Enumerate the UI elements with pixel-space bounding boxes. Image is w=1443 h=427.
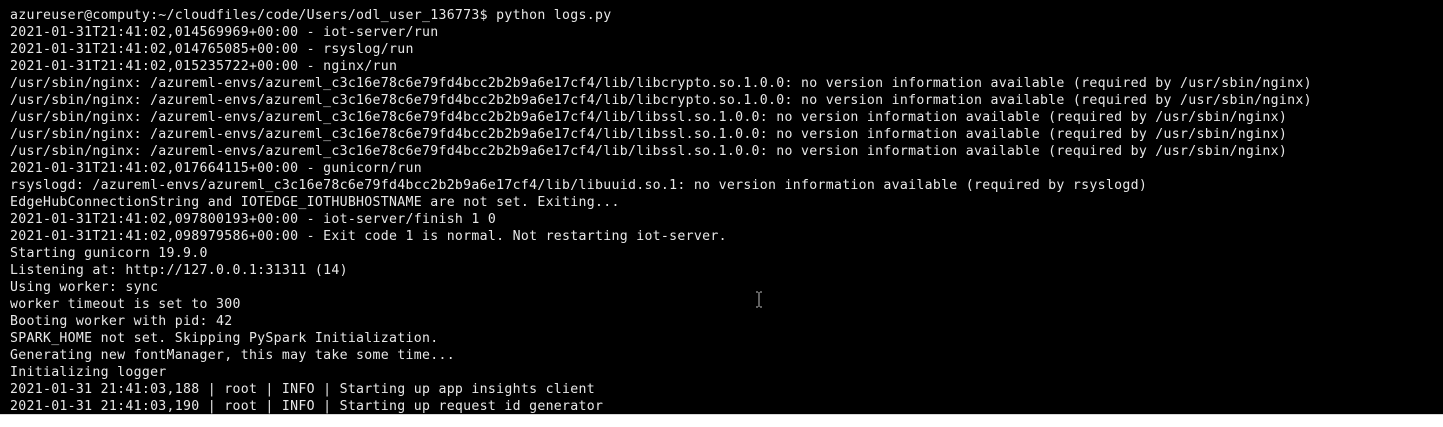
terminal-line: 2021-01-31T21:41:02,097800193+00:00 - io… xyxy=(10,212,497,227)
terminal-line: 2021-01-31T21:41:02,014765085+00:00 - rs… xyxy=(10,42,414,57)
terminal-line: 2021-01-31 21:41:03,190 | root | INFO | … xyxy=(10,399,604,414)
terminal-line: worker timeout is set to 300 xyxy=(10,297,241,312)
terminal-line: EdgeHubConnectionString and IOTEDGE_IOTH… xyxy=(10,195,620,210)
text-ibeam-cursor-icon xyxy=(755,291,763,308)
terminal-line: Starting gunicorn 19.9.0 xyxy=(10,246,208,261)
window-bottom-edge xyxy=(0,414,1443,427)
terminal-line: /usr/sbin/nginx: /azureml-envs/azureml_c… xyxy=(10,144,1288,159)
terminal-line: /usr/sbin/nginx: /azureml-envs/azureml_c… xyxy=(10,76,1312,91)
terminal-line: Using worker: sync xyxy=(10,280,159,295)
terminal-line: SPARK_HOME not set. Skipping PySpark Ini… xyxy=(10,331,439,346)
terminal-line: /usr/sbin/nginx: /azureml-envs/azureml_c… xyxy=(10,127,1288,142)
terminal-line: 2021-01-31T21:41:02,017664115+00:00 - gu… xyxy=(10,161,422,176)
terminal-line: 2021-01-31T21:41:02,014569969+00:00 - io… xyxy=(10,25,439,40)
terminal-line: 2021-01-31T21:41:02,098979586+00:00 - Ex… xyxy=(10,229,727,244)
terminal-line: Booting worker with pid: 42 xyxy=(10,314,233,329)
terminal-output[interactable]: azureuser@computy:~/cloudfiles/code/User… xyxy=(10,7,1443,414)
terminal-line: /usr/sbin/nginx: /azureml-envs/azureml_c… xyxy=(10,93,1312,108)
terminal-window[interactable]: azureuser@computy:~/cloudfiles/code/User… xyxy=(0,0,1443,414)
terminal-line: Initializing logger xyxy=(10,365,167,380)
terminal-line: 2021-01-31 21:41:03,188 | root | INFO | … xyxy=(10,382,596,397)
terminal-line: azureuser@computy:~/cloudfiles/code/User… xyxy=(10,8,612,23)
terminal-line: /usr/sbin/nginx: /azureml-envs/azureml_c… xyxy=(10,110,1288,125)
terminal-line: 2021-01-31T21:41:02,015235722+00:00 - ng… xyxy=(10,59,398,74)
terminal-line: Listening at: http://127.0.0.1:31311 (14… xyxy=(10,263,348,278)
terminal-line: rsyslogd: /azureml-envs/azureml_c3c16e78… xyxy=(10,178,1148,193)
terminal-line: Generating new fontManager, this may tak… xyxy=(10,348,455,363)
